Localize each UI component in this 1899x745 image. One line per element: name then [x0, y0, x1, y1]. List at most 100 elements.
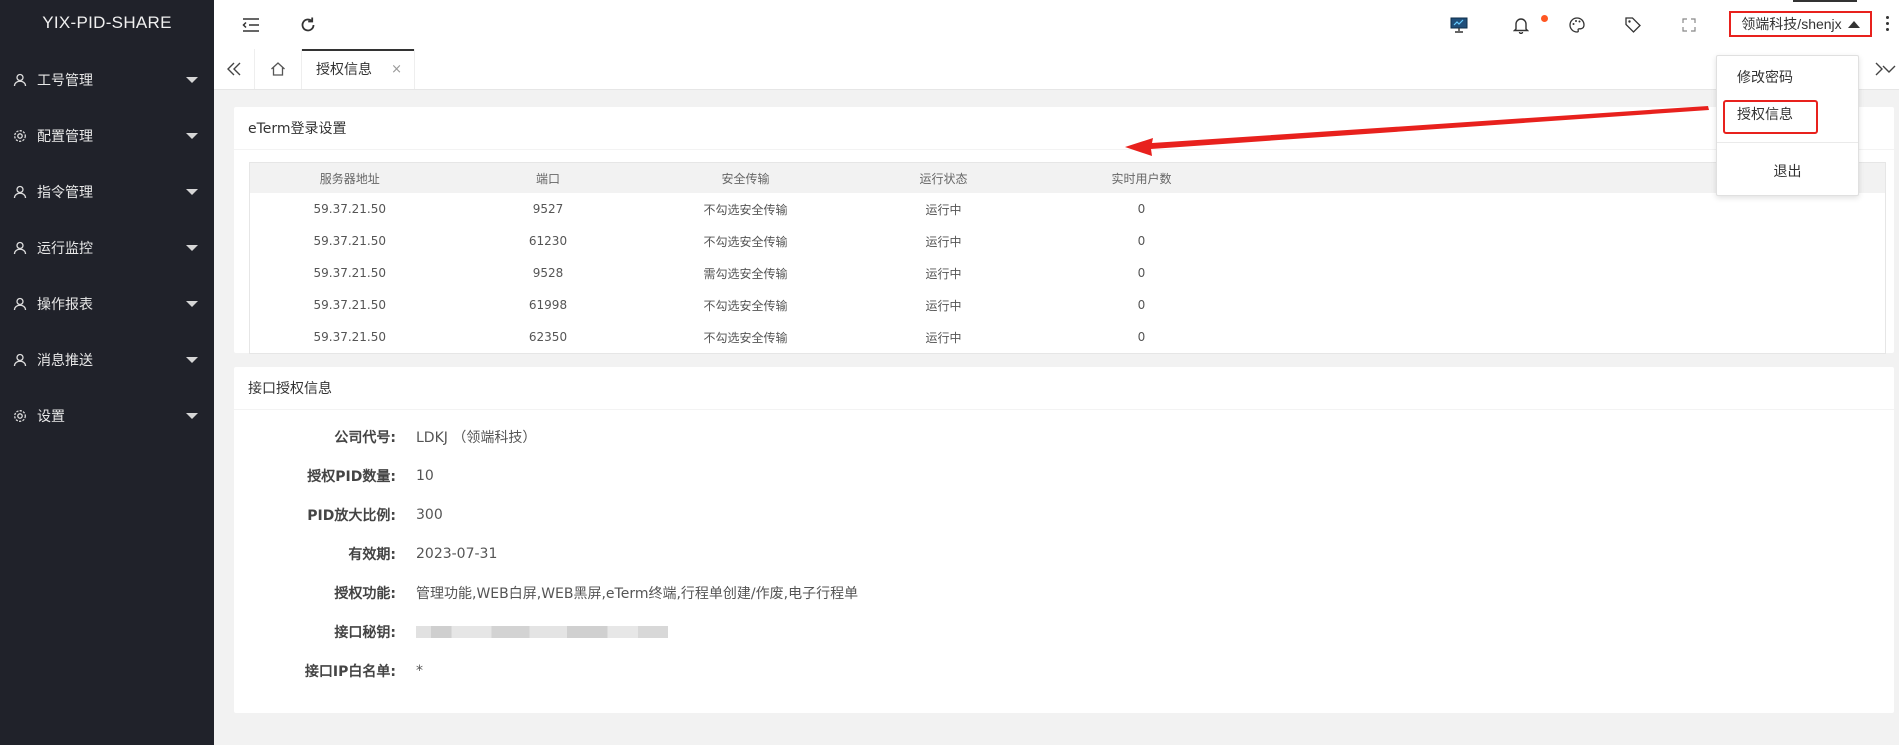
notification-button[interactable] — [1510, 14, 1532, 36]
table-row: 59.37.21.50 61998 不勾选安全传输 运行中 0 — [250, 289, 1886, 321]
sidebar-item-push[interactable]: 消息推送 — [0, 332, 214, 388]
palette-icon — [1569, 17, 1585, 33]
field-label: 授权功能: — [334, 586, 396, 602]
cell-server: 59.37.21.50 — [313, 330, 387, 344]
menu-item-change-password[interactable]: 修改密码 — [1717, 61, 1858, 95]
menu-divider — [1717, 142, 1858, 143]
sidebar: YIX-PID-SHARE 工号管理 配置管理 指令管理 运行监控 操作报表 消… — [0, 0, 214, 745]
tab-scroll-left-button[interactable] — [214, 49, 255, 89]
field-label: PID放大比例: — [307, 508, 396, 524]
refresh-button[interactable] — [297, 14, 319, 36]
tab-auth-info[interactable]: 授权信息 × — [302, 49, 415, 89]
tag-button[interactable] — [1622, 14, 1644, 36]
user-name: 领端科技/shenjx — [1741, 16, 1842, 32]
tab-label: 授权信息 — [316, 62, 372, 78]
highlight-box — [1723, 100, 1818, 134]
cell-empty — [1241, 225, 1886, 257]
sidebar-item-config[interactable]: 配置管理 — [0, 108, 214, 164]
sidebar-item-staff[interactable]: 工号管理 — [0, 52, 214, 108]
info-row-company: 公司代号: LDKJ （领端科技） — [234, 427, 536, 447]
sidebar-item-monitor[interactable]: 运行监控 — [0, 220, 214, 276]
caret-down-icon — [186, 77, 198, 83]
tag-icon — [1625, 17, 1641, 33]
cell-secure: 不勾选安全传输 — [703, 234, 788, 249]
gear-icon — [14, 130, 26, 142]
user-dropdown-menu: 修改密码 授权信息 退出 — [1716, 55, 1859, 196]
cell-users: 0 — [1137, 266, 1146, 280]
user-menu-button[interactable]: 领端科技/shenjx — [1729, 11, 1872, 37]
gear-icon — [14, 410, 26, 422]
sidebar-item-command[interactable]: 指令管理 — [0, 164, 214, 220]
field-value: 10 — [416, 468, 434, 484]
cell-status: 运行中 — [925, 298, 962, 313]
caret-down-icon — [186, 413, 198, 419]
caret-down-icon — [186, 133, 198, 139]
chevron-down-icon — [1882, 65, 1896, 73]
table-row: 59.37.21.50 62350 不勾选安全传输 运行中 0 — [250, 321, 1886, 354]
sidebar-item-settings[interactable]: 设置 — [0, 388, 214, 444]
home-icon — [270, 62, 285, 76]
refresh-icon — [301, 17, 315, 32]
info-row-pid-count: 授权PID数量: 10 — [234, 466, 434, 486]
sidebar-item-report[interactable]: 操作报表 — [0, 276, 214, 332]
cell-port: 62350 — [528, 330, 568, 344]
cell-status: 运行中 — [925, 234, 962, 249]
menu-collapse-button[interactable] — [214, 14, 236, 36]
cell-secure: 不勾选安全传输 — [703, 330, 788, 345]
cell-secure: 不勾选安全传输 — [703, 202, 788, 217]
user-icon — [13, 353, 27, 367]
field-value: 管理功能,WEB白屏,WEB黑屏,eTerm终端,行程单创建/作废,电子行程单 — [416, 586, 859, 602]
monitor-button[interactable] — [1448, 14, 1470, 36]
sidebar-item-label: 操作报表 — [37, 297, 93, 313]
menu-item-logout[interactable]: 退出 — [1717, 155, 1858, 189]
field-label: 接口秘钥: — [334, 625, 396, 641]
monitor-icon — [1450, 17, 1468, 33]
auth-title: 接口授权信息 — [234, 367, 1894, 410]
info-row-ip-whitelist: 接口IP白名单: * — [234, 661, 423, 681]
field-label: 有效期: — [348, 547, 396, 563]
user-menu-active-bar — [1793, 0, 1857, 2]
column-header: 端口 — [449, 162, 647, 193]
tab-home[interactable] — [254, 49, 302, 89]
info-row-secret: 接口秘钥: — [234, 622, 668, 642]
app-logo: YIX-PID-SHARE — [42, 13, 172, 32]
caret-down-icon — [186, 357, 198, 363]
caret-down-icon — [186, 189, 198, 195]
fullscreen-button[interactable] — [1678, 14, 1700, 36]
cell-empty — [1241, 257, 1886, 289]
user-icon — [13, 73, 27, 87]
table-row: 59.37.21.50 61230 不勾选安全传输 运行中 0 — [250, 225, 1886, 257]
field-value: 300 — [416, 507, 443, 523]
cell-users: 0 — [1137, 298, 1146, 312]
more-icon[interactable] — [1886, 16, 1889, 31]
info-row-pid-ratio: PID放大比例: 300 — [234, 505, 443, 525]
cell-server: 59.37.21.50 — [313, 202, 387, 216]
notification-badge — [1541, 15, 1548, 22]
sidebar-item-label: 运行监控 — [37, 241, 93, 257]
cell-port: 9527 — [532, 202, 564, 216]
user-icon — [13, 185, 27, 199]
column-header: 安全传输 — [646, 162, 845, 193]
eterm-card: eTerm登录设置 服务器地址 端口 安全传输 运行状态 实时用户数 59.37… — [234, 107, 1894, 354]
theme-button[interactable] — [1566, 14, 1588, 36]
column-header: 服务器地址 — [249, 162, 450, 193]
menu-collapse-button[interactable] — [240, 14, 262, 36]
bell-icon — [1513, 18, 1529, 34]
cell-users: 0 — [1137, 202, 1146, 216]
info-row-features: 授权功能: 管理功能,WEB白屏,WEB黑屏,eTerm终端,行程单创建/作废,… — [234, 583, 858, 603]
user-icon — [13, 297, 27, 311]
table-row: 59.37.21.50 9527 不勾选安全传输 运行中 0 — [250, 193, 1886, 225]
field-label: 接口IP白名单: — [304, 664, 396, 680]
menu-collapse-icon — [242, 18, 259, 32]
cell-secure: 不勾选安全传输 — [703, 298, 788, 313]
close-icon[interactable]: × — [391, 62, 402, 77]
cell-status: 运行中 — [925, 266, 962, 281]
field-value: 2023-07-31 — [416, 546, 498, 562]
tab-options-button[interactable] — [1879, 49, 1899, 89]
cell-port: 9528 — [532, 266, 564, 280]
cell-status: 运行中 — [925, 330, 962, 345]
field-label: 公司代号: — [334, 430, 396, 446]
tab-bar: 授权信息 × — [214, 49, 1899, 90]
cell-server: 59.37.21.50 — [313, 298, 387, 312]
caret-up-icon — [1847, 20, 1860, 28]
